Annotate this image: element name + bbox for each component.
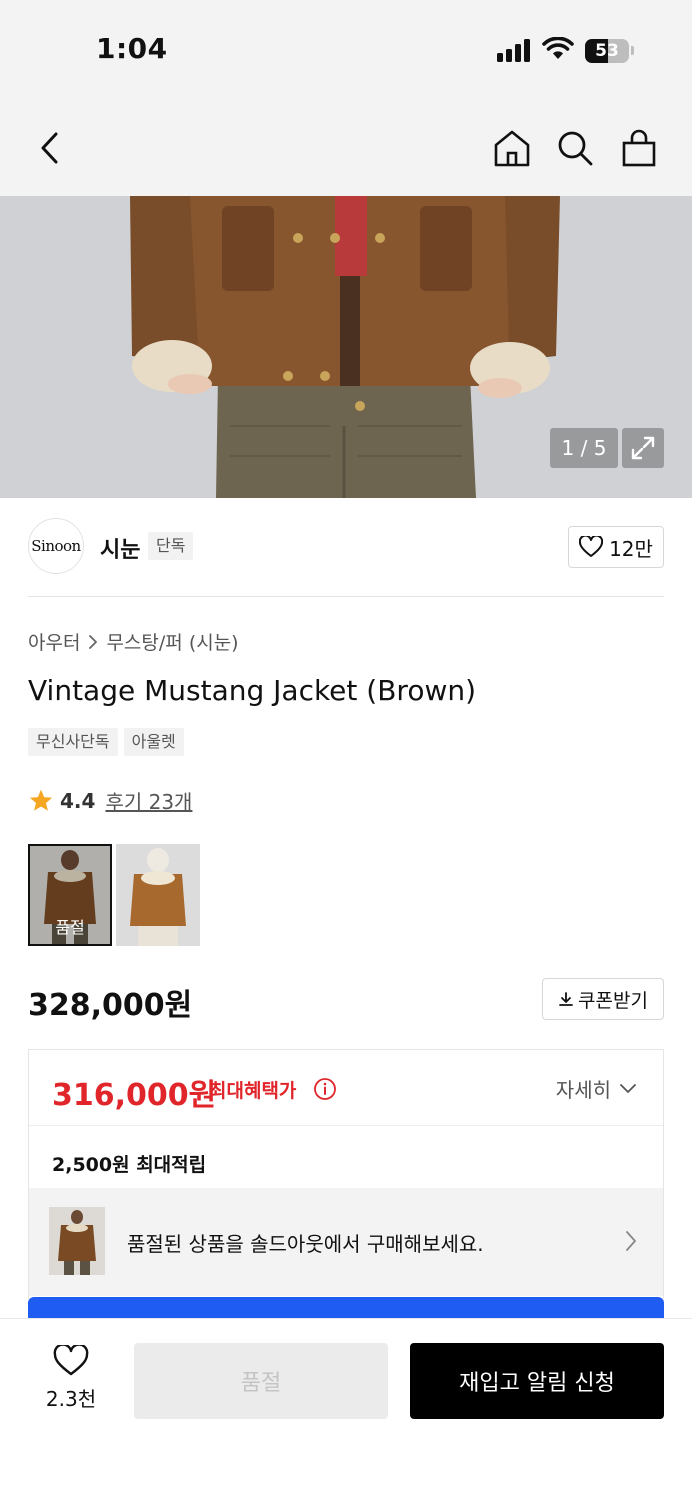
wishlist-button[interactable]: 2.3천 xyxy=(36,1343,106,1412)
chevron-right-icon xyxy=(89,634,98,649)
breadcrumb-subcategory[interactable]: 무스탕/퍼 (시눈) xyxy=(106,628,238,655)
search-icon xyxy=(558,131,593,166)
top-navigation xyxy=(0,100,692,196)
brand-logo[interactable]: Sinoon xyxy=(28,518,84,574)
color-swatch-camel[interactable] xyxy=(116,844,200,946)
benefit-box: 316,000원 최대혜택가 자세히 2,500원 최대적립 품절된 상품을 솔… xyxy=(28,1049,664,1299)
bottom-action-bar: 2.3천 품절 재입고 알림 신청 xyxy=(0,1318,692,1500)
expand-button[interactable] xyxy=(622,428,664,468)
tag-outlet: 아울렛 xyxy=(123,728,184,756)
breadcrumb-category[interactable]: 아우터 xyxy=(28,628,80,655)
product-image-carousel[interactable]: 1 / 5 xyxy=(0,196,692,498)
product-title: Vintage Mustang Jacket (Brown) xyxy=(28,674,477,707)
tag-exclusive: 무신사단독 xyxy=(28,728,118,756)
wifi-icon xyxy=(542,37,574,59)
status-time: 1:04 xyxy=(96,32,168,65)
soldout-button[interactable]: 품절 xyxy=(134,1343,388,1419)
coupon-button[interactable]: 쿠폰받기 xyxy=(542,978,664,1020)
brand-name[interactable]: 시눈 xyxy=(100,532,140,564)
brand-like-count: 12만 xyxy=(609,536,653,561)
battery-level: 53 xyxy=(595,41,619,61)
expand-icon xyxy=(631,436,655,460)
brand-logo-text: Sinoon xyxy=(31,537,81,555)
chevron-right-icon xyxy=(626,1231,636,1251)
swatch-soldout-label: 품절 xyxy=(55,918,85,937)
benefit-detail-toggle[interactable]: 자세히 xyxy=(556,1074,637,1103)
soldout-thumbnail-image xyxy=(49,1207,105,1275)
brand-row: Sinoon 시눈 단독 12만 xyxy=(28,518,664,576)
restock-alert-button[interactable]: 재입고 알림 신청 xyxy=(410,1343,664,1419)
benefit-divider xyxy=(29,1125,663,1126)
status-bar: 1:04 53 xyxy=(0,0,692,100)
info-icon[interactable] xyxy=(313,1077,337,1101)
soldout-notice: 품절된 상품을 솔드아웃에서 구매해보세요. xyxy=(127,1232,484,1256)
cellular-signal-icon xyxy=(497,38,531,62)
back-chevron-icon xyxy=(41,132,58,164)
chevron-down-icon xyxy=(620,1083,636,1093)
back-button[interactable] xyxy=(28,126,72,170)
soldout-thumbnail xyxy=(49,1207,105,1275)
battery-cap xyxy=(631,46,634,55)
coupon-label: 쿠폰받기 xyxy=(578,989,648,1012)
battery-icon: 53 xyxy=(585,39,629,63)
star-icon xyxy=(29,789,53,811)
soldout-banner[interactable]: 품절된 상품을 솔드아웃에서 구매해보세요. xyxy=(29,1188,663,1296)
max-benefit-price: 316,000원 xyxy=(52,1078,217,1113)
shopping-bag-icon xyxy=(622,129,656,167)
brand-like-button[interactable]: 12만 xyxy=(568,526,664,568)
review-link[interactable]: 후기 23개 xyxy=(105,786,192,815)
wishlist-count: 2.3천 xyxy=(45,1387,97,1411)
rating-row: 4.4 후기 23개 xyxy=(28,786,192,815)
home-button[interactable] xyxy=(490,126,534,170)
rating-score: 4.4 xyxy=(60,788,96,813)
divider xyxy=(28,596,664,597)
search-button[interactable] xyxy=(553,126,597,170)
product-tags: 무신사단독 아울렛 xyxy=(28,728,184,756)
image-counter: 1 / 5 xyxy=(550,428,618,468)
download-icon xyxy=(559,992,573,1006)
cart-button[interactable] xyxy=(617,126,661,170)
swatch-image xyxy=(116,844,200,946)
product-price: 328,000원 xyxy=(28,988,193,1023)
max-benefit-label: 최대혜택가 xyxy=(209,1080,297,1102)
max-points: 2,500원 최대적립 xyxy=(52,1154,207,1176)
heart-outline-icon xyxy=(53,1343,89,1376)
benefit-detail-label: 자세히 xyxy=(555,1078,611,1102)
breadcrumb: 아우터 무스탕/퍼 (시눈) xyxy=(28,628,239,655)
heart-outline-icon xyxy=(579,536,604,557)
color-swatch-brown[interactable]: 품절 xyxy=(28,844,112,946)
brand-exclusive-badge: 단독 xyxy=(148,532,194,560)
home-icon xyxy=(494,130,530,167)
